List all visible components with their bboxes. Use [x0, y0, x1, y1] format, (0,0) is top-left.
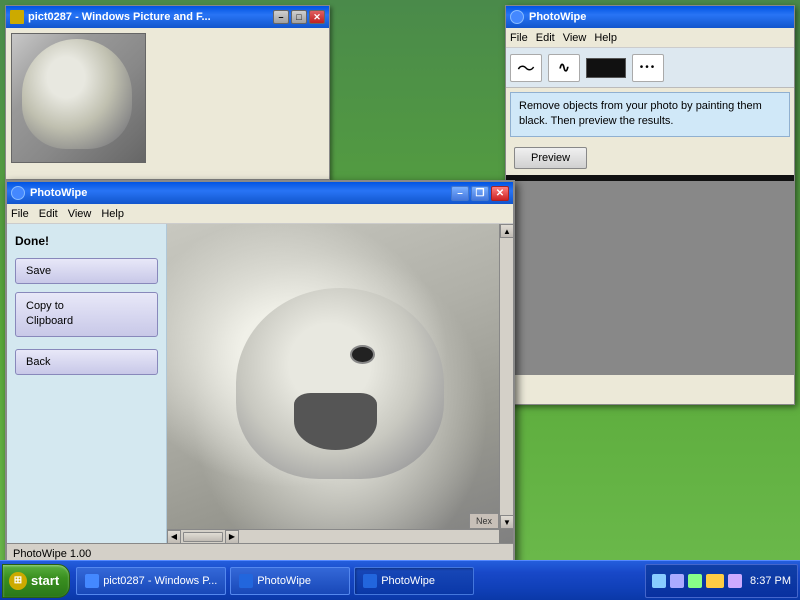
main-restore-btn[interactable]: ❐: [471, 186, 489, 201]
tray-icon-1: [652, 574, 666, 588]
picture-fax-maximize[interactable]: □: [291, 10, 307, 24]
main-menubar: File Edit View Help: [7, 204, 513, 224]
photowipe-bg-canvas: [506, 175, 794, 375]
toolbar-wave-icon[interactable]: 〜: [510, 54, 542, 82]
photowipe-bg-menu-file[interactable]: File: [510, 32, 528, 44]
taskbar-photowipe1-icon: [239, 574, 253, 588]
scroll-left-btn[interactable]: ◀: [167, 530, 181, 544]
taskbar-item-picture[interactable]: pict0287 - Windows P...: [76, 567, 226, 595]
scroll-down-btn[interactable]: ▼: [500, 515, 513, 529]
photowipe-background-window: PhotoWipe File Edit View Help 〜 ∿ ••• Re…: [505, 5, 795, 405]
main-image-area[interactable]: ◀ ▶ ▲ ▼ Nex: [167, 224, 513, 543]
scroll-right-btn[interactable]: ▶: [225, 530, 239, 544]
photowipe-bg-icon: [510, 10, 524, 24]
taskbar-picture-label: pict0287 - Windows P...: [103, 575, 217, 587]
main-menu-view[interactable]: View: [68, 208, 92, 220]
photowipe-bg-menu-edit[interactable]: Edit: [536, 32, 555, 44]
main-titlebar[interactable]: PhotoWipe – ❐ ✕: [7, 182, 513, 204]
main-sidebar: Done! Save Copy toClipboard Back: [7, 224, 167, 543]
picture-fax-titlebar[interactable]: pict0287 - Windows Picture and F... – □ …: [6, 6, 329, 28]
taskbar-item-photowipe2[interactable]: PhotoWipe: [354, 567, 474, 595]
taskbar: ⊞ start pict0287 - Windows P... PhotoWip…: [0, 560, 800, 600]
picture-fax-minimize[interactable]: –: [273, 10, 289, 24]
next-area[interactable]: Nex: [469, 513, 499, 529]
picture-fax-close[interactable]: ✕: [309, 10, 325, 24]
system-tray: 8:37 PM: [645, 564, 798, 598]
taskbar-photowipe1-label: PhotoWipe: [257, 575, 311, 587]
main-menu-help[interactable]: Help: [101, 208, 124, 220]
picture-fax-controls: – □ ✕: [273, 10, 325, 24]
start-button[interactable]: ⊞ start: [2, 564, 70, 598]
back-button[interactable]: Back: [15, 349, 158, 375]
scrollbar-thumb-h[interactable]: [183, 532, 223, 542]
photowipe-bg-toolbar: 〜 ∿ •••: [506, 48, 794, 88]
statusbar-text: PhotoWipe 1.00: [13, 548, 91, 560]
main-photowipe-window: PhotoWipe – ❐ ✕ File Edit View Help Done…: [5, 180, 515, 565]
parrot-beak: [294, 393, 377, 450]
done-status: Done!: [15, 232, 158, 250]
picture-fax-title: pict0287 - Windows Picture and F...: [28, 11, 211, 23]
parrot-head: [236, 288, 444, 479]
tray-icon-2: [670, 574, 684, 588]
preview-button[interactable]: Preview: [514, 147, 587, 169]
main-menu-edit[interactable]: Edit: [39, 208, 58, 220]
save-button[interactable]: Save: [15, 258, 158, 284]
photowipe-bg-menu-help[interactable]: Help: [594, 32, 617, 44]
next-label: Nex: [476, 516, 492, 526]
toolbar-black-rect[interactable]: [586, 58, 626, 78]
tray-icon-4: [706, 574, 724, 588]
picture-fax-icon: [10, 10, 24, 24]
tray-icon-5: [728, 574, 742, 588]
taskbar-item-photowipe1[interactable]: PhotoWipe: [230, 567, 350, 595]
main-parrot-image: [167, 224, 513, 543]
toolbar-dots-icon[interactable]: •••: [632, 54, 664, 82]
start-label: start: [31, 573, 59, 588]
windows-logo: ⊞: [9, 572, 27, 590]
main-window-icon: [11, 186, 25, 200]
main-win-controls: – ❐ ✕: [451, 186, 509, 201]
toolbar-wave2-icon[interactable]: ∿: [548, 54, 580, 82]
main-close-btn[interactable]: ✕: [491, 186, 509, 201]
taskbar-picture-icon: [85, 574, 99, 588]
taskbar-photowipe2-label: PhotoWipe: [381, 575, 435, 587]
parrot-preview-image: [12, 34, 145, 162]
picture-fax-image: [11, 33, 146, 163]
copy-clipboard-button[interactable]: Copy toClipboard: [15, 292, 158, 337]
photowipe-bg-titlebar[interactable]: PhotoWipe: [506, 6, 794, 28]
tray-icon-3: [688, 574, 702, 588]
main-minimize-btn[interactable]: –: [451, 186, 469, 201]
horizontal-scrollbar[interactable]: ◀ ▶: [167, 529, 499, 543]
parrot-eye: [350, 345, 375, 364]
clock: 8:37 PM: [750, 575, 791, 587]
scroll-up-btn[interactable]: ▲: [500, 224, 513, 238]
vertical-scrollbar[interactable]: ▲ ▼: [499, 224, 513, 529]
picture-fax-window: pict0287 - Windows Picture and F... – □ …: [5, 5, 330, 180]
photowipe-bg-description: Remove objects from your photo by painti…: [510, 92, 790, 137]
main-window-title: PhotoWipe: [30, 187, 87, 199]
photowipe-bg-menu-view[interactable]: View: [563, 32, 587, 44]
photowipe-bg-title-text: PhotoWipe: [529, 11, 586, 23]
main-content-area: Done! Save Copy toClipboard Back ◀ ▶ ▲ ▼: [7, 224, 513, 543]
picture-fax-content: [6, 28, 329, 179]
taskbar-photowipe2-icon: [363, 574, 377, 588]
main-menu-file[interactable]: File: [11, 208, 29, 220]
photowipe-bg-menubar: File Edit View Help: [506, 28, 794, 48]
